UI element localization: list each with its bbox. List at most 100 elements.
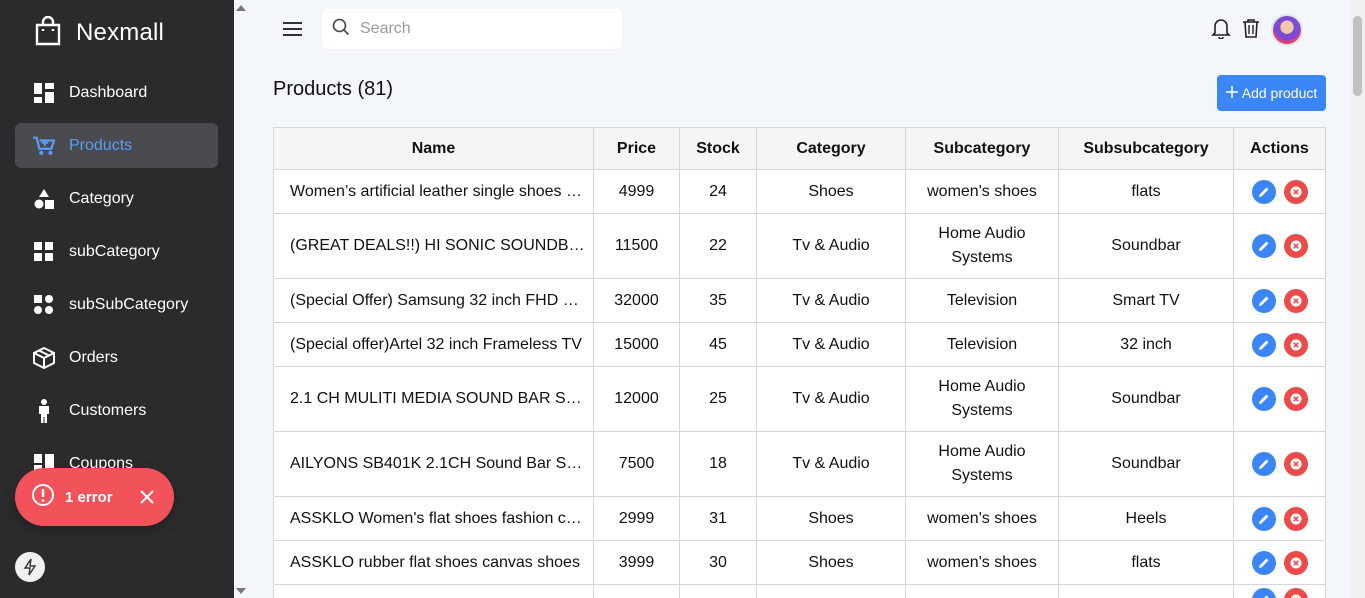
cell-subcategory: women's shoes bbox=[905, 496, 1059, 541]
x-circle-icon bbox=[1290, 594, 1301, 598]
cell-category: Shoes bbox=[756, 169, 906, 214]
edit-button[interactable] bbox=[1251, 506, 1276, 531]
cell-name: (Special Offer) Samsung 32 inch FHD Smar… bbox=[273, 278, 594, 323]
cell-actions bbox=[1233, 366, 1326, 432]
close-icon[interactable] bbox=[139, 489, 155, 505]
column-header-category[interactable]: Category bbox=[756, 127, 906, 170]
sidebar-item-label: Orders bbox=[69, 348, 118, 366]
error-toast[interactable]: 1 error bbox=[15, 468, 174, 526]
cell-subcategory: Television bbox=[905, 322, 1059, 367]
edit-button[interactable] bbox=[1251, 587, 1276, 598]
row-actions bbox=[1242, 587, 1317, 598]
delete-button[interactable] bbox=[1283, 288, 1308, 313]
cell-category: Tv & Audio bbox=[756, 322, 906, 367]
delete-button[interactable] bbox=[1283, 179, 1308, 204]
sidebar-item-customers[interactable]: Customers bbox=[15, 388, 218, 433]
cell-stock: 24 bbox=[679, 169, 757, 214]
cell-price: 15000 bbox=[593, 322, 680, 367]
user-avatar[interactable] bbox=[1271, 14, 1303, 46]
row-actions bbox=[1242, 179, 1317, 204]
toast-message: 1 error bbox=[65, 488, 113, 506]
cell-category: Shoes bbox=[756, 496, 906, 541]
row-actions bbox=[1242, 550, 1317, 575]
delete-button[interactable] bbox=[1283, 234, 1308, 258]
delete-button[interactable] bbox=[1283, 387, 1308, 411]
row-actions bbox=[1242, 452, 1317, 476]
row-actions bbox=[1242, 288, 1317, 313]
scrollbar-thumb[interactable] bbox=[1353, 16, 1362, 96]
table-row bbox=[273, 584, 1326, 598]
sidebar-item-subsubcategory[interactable]: subSubCategory bbox=[15, 282, 218, 327]
sidebar-item-category[interactable]: Category bbox=[15, 176, 218, 221]
cell-price: 4999 bbox=[593, 169, 680, 214]
cell-subcategory: women's shoes bbox=[905, 540, 1059, 585]
scroll-up-arrow[interactable] bbox=[236, 4, 246, 12]
edit-button[interactable] bbox=[1251, 332, 1276, 357]
sidebar-item-subcategory[interactable]: subCategory bbox=[15, 229, 218, 274]
trash-icon[interactable] bbox=[1242, 18, 1260, 43]
delete-button[interactable] bbox=[1283, 506, 1308, 531]
hamburger-icon bbox=[283, 22, 302, 24]
column-header-subcategory[interactable]: Subcategory bbox=[905, 127, 1059, 170]
sidebar-item-label: Dashboard bbox=[69, 83, 148, 101]
cell-name: AILYONS SB401K 2.1CH Sound Bar System bbox=[273, 431, 594, 497]
add-product-button[interactable]: Add product bbox=[1217, 75, 1326, 111]
sidebar-item-label: Category bbox=[69, 189, 134, 207]
search-box[interactable] bbox=[322, 9, 622, 49]
cell-stock: 30 bbox=[679, 540, 757, 585]
cell-subcategory: Television bbox=[905, 278, 1059, 323]
cell-subsubcategory: flats bbox=[1058, 169, 1234, 214]
sidebar-item-label: Customers bbox=[69, 401, 147, 419]
cell-subsubcategory: Soundbar bbox=[1058, 431, 1234, 497]
brand[interactable]: Nexmall bbox=[34, 15, 164, 50]
sidebar-item-orders[interactable]: Orders bbox=[15, 335, 218, 380]
delete-button[interactable] bbox=[1283, 550, 1308, 575]
cell-actions bbox=[1233, 278, 1326, 323]
bolt-icon[interactable] bbox=[15, 552, 45, 582]
x-circle-icon bbox=[1290, 393, 1301, 405]
cell-name: ASSKLO Women's flat shoes fashion casual bbox=[273, 496, 594, 541]
column-header-name[interactable]: Name bbox=[273, 127, 594, 170]
bell-icon[interactable] bbox=[1211, 17, 1231, 44]
cell-price: 32000 bbox=[593, 278, 680, 323]
page-scrollbar[interactable] bbox=[1350, 0, 1365, 598]
scroll-down-arrow[interactable] bbox=[236, 587, 246, 595]
sidebar-item-products[interactable]: Products bbox=[15, 123, 218, 168]
search-icon bbox=[332, 18, 350, 41]
cell-subcategory: women's shoes bbox=[905, 169, 1059, 214]
sidebar-item-label: subSubCategory bbox=[69, 295, 189, 313]
cell-subsubcategory: 32 inch bbox=[1058, 322, 1234, 367]
menu-toggle-button[interactable] bbox=[283, 19, 305, 39]
cell-subsubcategory: Smart TV bbox=[1058, 278, 1234, 323]
edit-button[interactable] bbox=[1251, 452, 1276, 476]
cell-stock bbox=[679, 584, 757, 598]
edit-button[interactable] bbox=[1251, 387, 1276, 411]
table-row: ASSKLO rubber flat shoes canvas shoes 399… bbox=[273, 540, 1326, 585]
row-actions bbox=[1242, 332, 1317, 357]
sidebar: Nexmall Dashboard Products Category subC… bbox=[0, 0, 234, 598]
edit-button[interactable] bbox=[1251, 550, 1276, 575]
edit-button[interactable] bbox=[1251, 179, 1276, 204]
cell-actions bbox=[1233, 169, 1326, 214]
edit-button[interactable] bbox=[1251, 234, 1276, 258]
dashboard-icon bbox=[33, 82, 55, 104]
column-header-subsubcategory[interactable]: Subsubcategory bbox=[1058, 127, 1234, 170]
cell-actions bbox=[1233, 584, 1326, 598]
delete-button[interactable] bbox=[1283, 452, 1308, 476]
sidebar-item-label: Products bbox=[69, 136, 133, 154]
cell-subcategory: Home Audio Systems bbox=[905, 213, 1059, 279]
sidebar-item-dashboard[interactable]: Dashboard bbox=[15, 70, 218, 115]
column-header-price[interactable]: Price bbox=[593, 127, 680, 170]
person-icon bbox=[33, 398, 55, 423]
delete-button[interactable] bbox=[1283, 587, 1308, 598]
cell-category: Tv & Audio bbox=[756, 278, 906, 323]
edit-button[interactable] bbox=[1251, 288, 1276, 313]
search-input[interactable] bbox=[360, 20, 600, 38]
row-actions bbox=[1242, 234, 1317, 258]
cell-actions bbox=[1233, 540, 1326, 585]
plus-icon bbox=[1225, 85, 1238, 101]
table-row: AILYONS SB401K 2.1CH Sound Bar System 750… bbox=[273, 431, 1326, 497]
package-icon bbox=[33, 346, 55, 369]
column-header-stock[interactable]: Stock bbox=[679, 127, 757, 170]
delete-button[interactable] bbox=[1283, 332, 1308, 357]
